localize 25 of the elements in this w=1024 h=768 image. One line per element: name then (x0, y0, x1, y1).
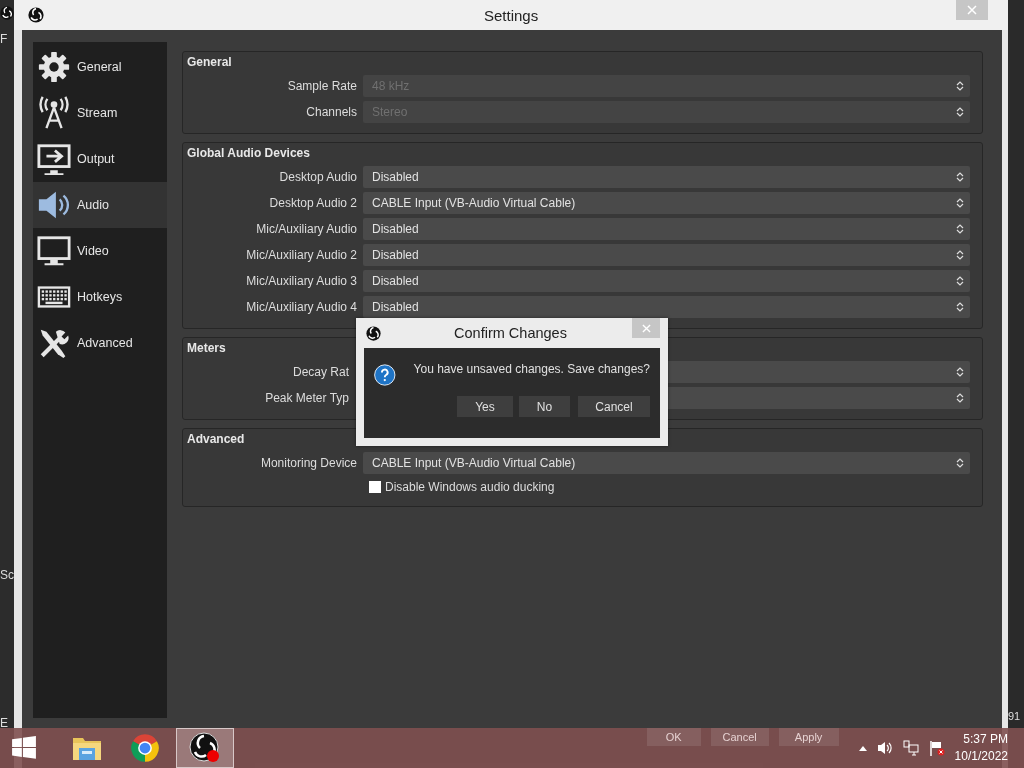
background-window-text: Sc (0, 568, 14, 582)
clock-date: 10/1/2022 (954, 748, 1008, 765)
field-label: Monitoring Device (259, 456, 358, 470)
field-label: Mic/Auxiliary Audio 3 (245, 274, 358, 288)
background-window-text: E (0, 716, 9, 730)
field-label: Sample Rate (286, 79, 358, 93)
field-label: Desktop Audio (278, 170, 358, 184)
group-title: Global Audio Devices (187, 146, 310, 160)
field-label: Peak Meter Typ (264, 391, 350, 405)
field-label: Mic/Auxiliary Audio (255, 222, 358, 236)
field-label: Mic/Auxiliary Audio 4 (245, 300, 358, 314)
field-label: Mic/Auxiliary Audio 2 (245, 248, 358, 262)
field-label: Channels (305, 105, 358, 119)
dialog-title: Confirm Changes (453, 325, 568, 341)
dialog-message: You have unsaved changes. Save changes? (413, 362, 650, 378)
background-window-text: 91 (1008, 710, 1022, 722)
field-label: Decay Rat (291, 365, 350, 379)
clock-time: 5:37 PM (963, 731, 1008, 748)
group-title: Advanced (187, 432, 245, 446)
checkbox-label: Disable Windows audio ducking (385, 480, 555, 494)
group-title: Meters (187, 341, 226, 355)
window-title: Settings (484, 6, 540, 24)
field-label: Desktop Audio 2 (268, 196, 358, 210)
background-window-text: F (0, 32, 9, 46)
group-title: General (187, 55, 232, 69)
